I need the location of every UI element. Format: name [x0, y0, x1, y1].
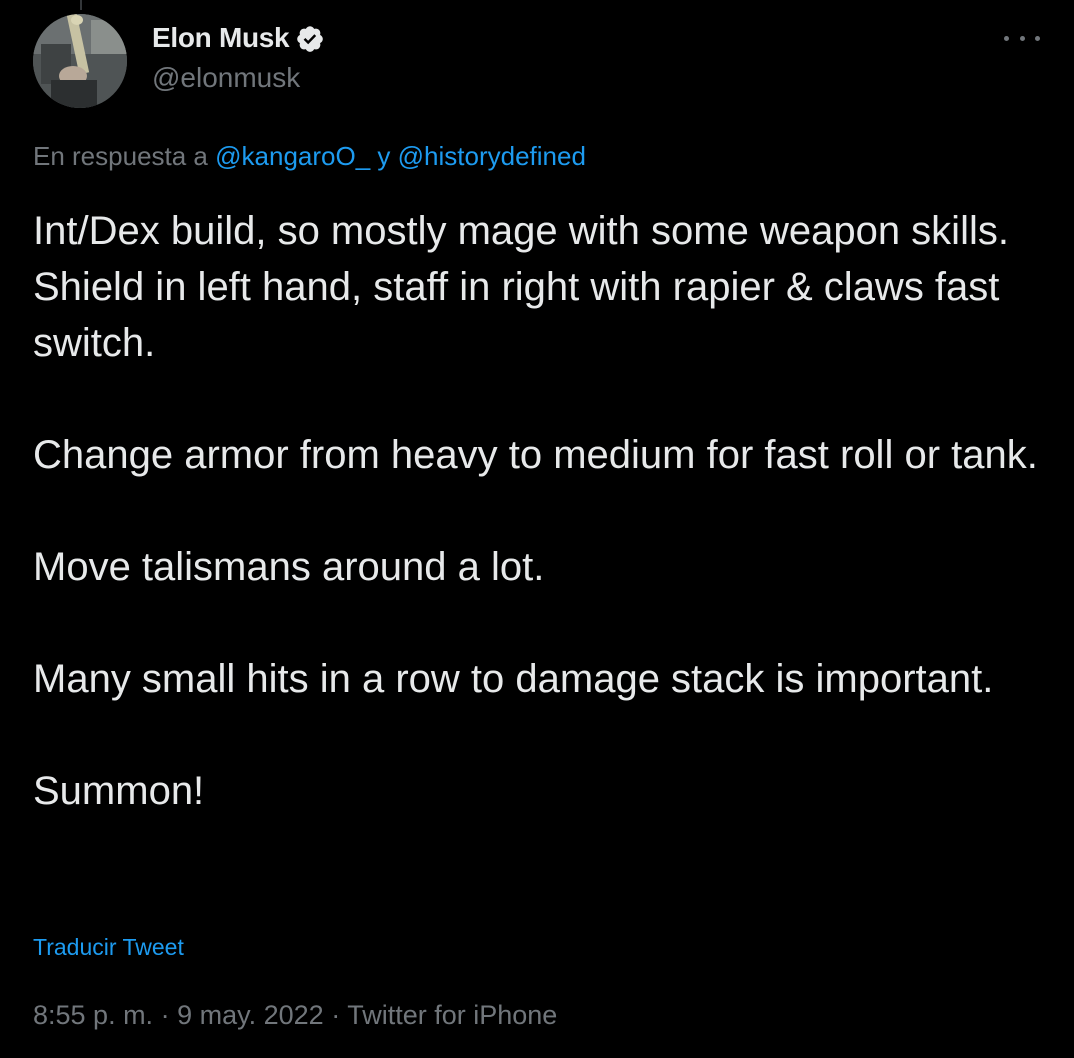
more-dot — [1019, 35, 1025, 41]
tweet-paragraph: Move talismans around a lot. — [33, 545, 545, 589]
more-options-icon[interactable] — [1004, 32, 1040, 44]
more-dot — [1004, 35, 1009, 41]
tweet-metadata: 8:55 p. m. · 9 may. 2022 · Twitter for i… — [33, 1000, 557, 1031]
tweet-paragraph: Summon! — [33, 769, 205, 813]
name-row: Elon Musk — [152, 20, 325, 56]
avatar[interactable] — [33, 14, 127, 108]
reply-mention-kangaroo[interactable]: @kangaroO_ — [215, 141, 370, 171]
author-handle[interactable]: @elonmusk — [152, 62, 325, 94]
tweet-date[interactable]: 9 may. 2022 — [177, 1000, 324, 1030]
verified-badge-icon — [295, 24, 325, 54]
tweet-source[interactable]: Twitter for iPhone — [347, 1000, 557, 1030]
tweet-time[interactable]: 8:55 p. m. — [33, 1000, 153, 1030]
translate-tweet-link[interactable]: Traducir Tweet — [33, 934, 184, 961]
tweet-paragraph: Int/Dex build, so mostly mage with some … — [33, 209, 1009, 365]
meta-separator: · — [331, 1000, 341, 1030]
avatar-photo — [33, 14, 127, 108]
reply-joiner: y — [377, 141, 391, 171]
reply-mention-historydefined[interactable]: @historydefined — [398, 141, 586, 171]
reply-prefix: En respuesta a — [33, 141, 208, 171]
tweet-paragraph: Change armor from heavy to medium for fa… — [33, 433, 1038, 477]
tweet-text: Int/Dex build, so mostly mage with some … — [33, 203, 1043, 819]
reply-context: En respuesta a @kangaroO_ y @historydefi… — [33, 141, 586, 172]
meta-separator: · — [160, 1000, 170, 1030]
tweet-paragraph: Many small hits in a row to damage stack… — [33, 657, 994, 701]
tweet: Elon Musk @elonmusk En respuesta a @kang… — [0, 0, 1074, 1058]
tweet-header: Elon Musk @elonmusk — [33, 14, 1044, 110]
author-info: Elon Musk @elonmusk — [152, 20, 325, 94]
more-dot — [1035, 35, 1040, 41]
author-display-name[interactable]: Elon Musk — [152, 22, 290, 54]
